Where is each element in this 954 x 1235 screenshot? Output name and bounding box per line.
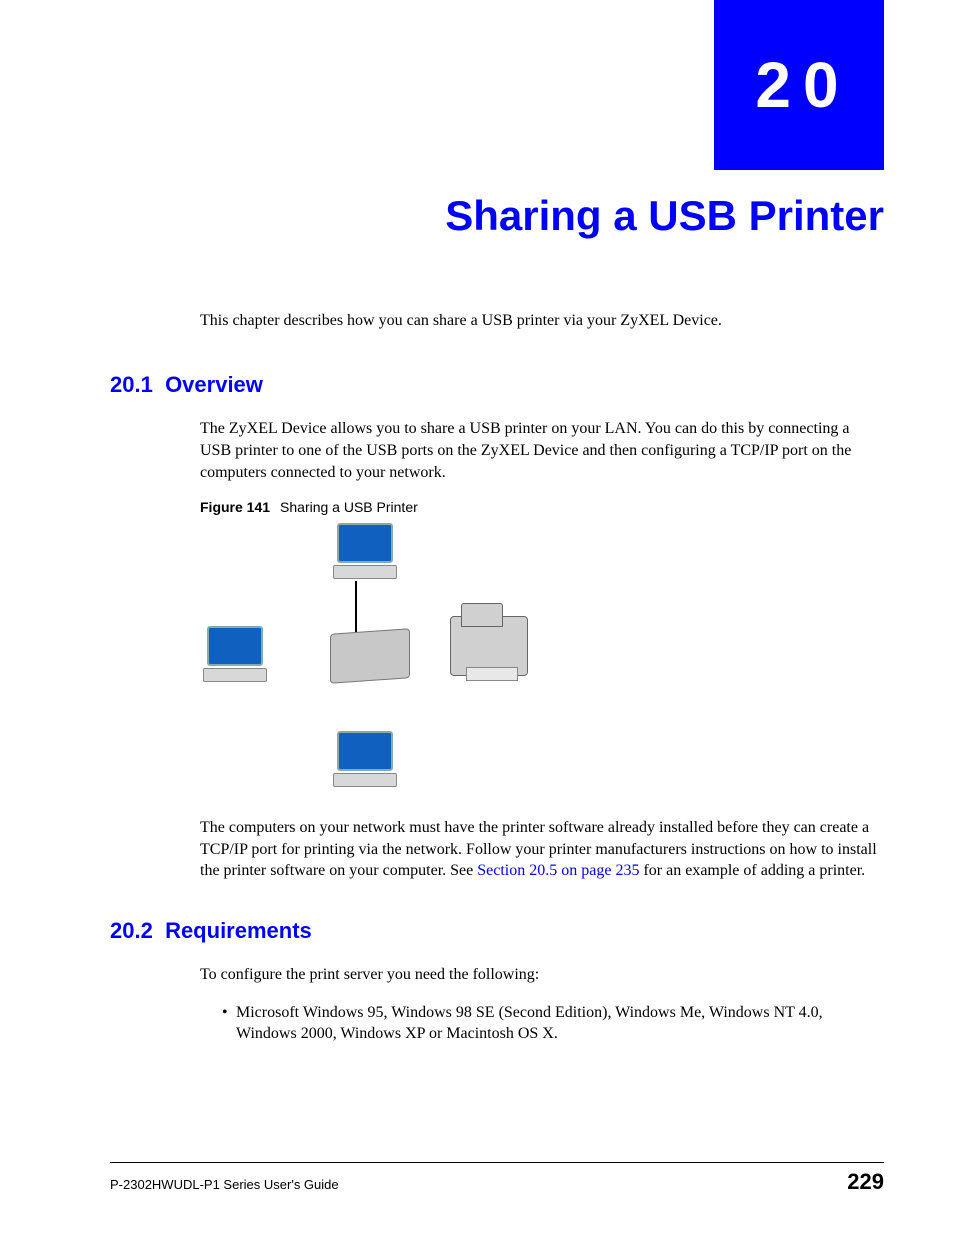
cross-reference-link[interactable]: Section 20.5 on page 235 (477, 862, 639, 879)
section-title: Requirements (165, 918, 312, 943)
router-icon (330, 628, 410, 684)
section-number: 20.2 (110, 918, 153, 943)
overview-paragraph-1: The ZyXEL Device allows you to share a U… (200, 418, 884, 483)
figure-caption: Figure 141 Sharing a USB Printer (200, 499, 884, 515)
section-heading-requirements: 20.2 Requirements (110, 918, 884, 944)
chapter-label: CHAPTER (110, 38, 184, 50)
section-heading-overview: 20.1 Overview (110, 372, 884, 398)
chapter-number: 20 (755, 48, 850, 122)
figure-diagram (200, 521, 530, 801)
figure-label: Figure 141 (200, 499, 270, 515)
requirements-list: Microsoft Windows 95, Windows 98 SE (Sec… (222, 1002, 884, 1045)
footer-guide-name: P-2302HWUDL-P1 Series User's Guide (110, 1177, 339, 1192)
page-content: This chapter describes how you can share… (110, 310, 884, 1051)
overview-paragraph-2: The computers on your network must have … (200, 817, 884, 882)
section-title: Overview (165, 372, 263, 397)
list-item: Microsoft Windows 95, Windows 98 SE (Sec… (222, 1002, 884, 1045)
footer-page-number: 229 (847, 1169, 884, 1195)
requirements-intro: To configure the print server you need t… (200, 964, 884, 986)
page-footer: P-2302HWUDL-P1 Series User's Guide 229 (110, 1162, 884, 1195)
chapter-intro: This chapter describes how you can share… (200, 310, 884, 332)
document-page: CHAPTER 20 Sharing a USB Printer This ch… (0, 0, 954, 1235)
antenna-icon (355, 581, 357, 633)
chapter-number-box: 20 (714, 0, 884, 170)
chapter-title: Sharing a USB Printer (445, 192, 884, 240)
p2-post: for an example of adding a printer. (639, 862, 865, 879)
section-number: 20.1 (110, 372, 153, 397)
computer-icon (330, 523, 400, 587)
computer-icon (330, 731, 400, 795)
figure-title: Sharing a USB Printer (280, 499, 418, 515)
printer-icon (450, 616, 528, 676)
computer-icon (200, 626, 270, 690)
